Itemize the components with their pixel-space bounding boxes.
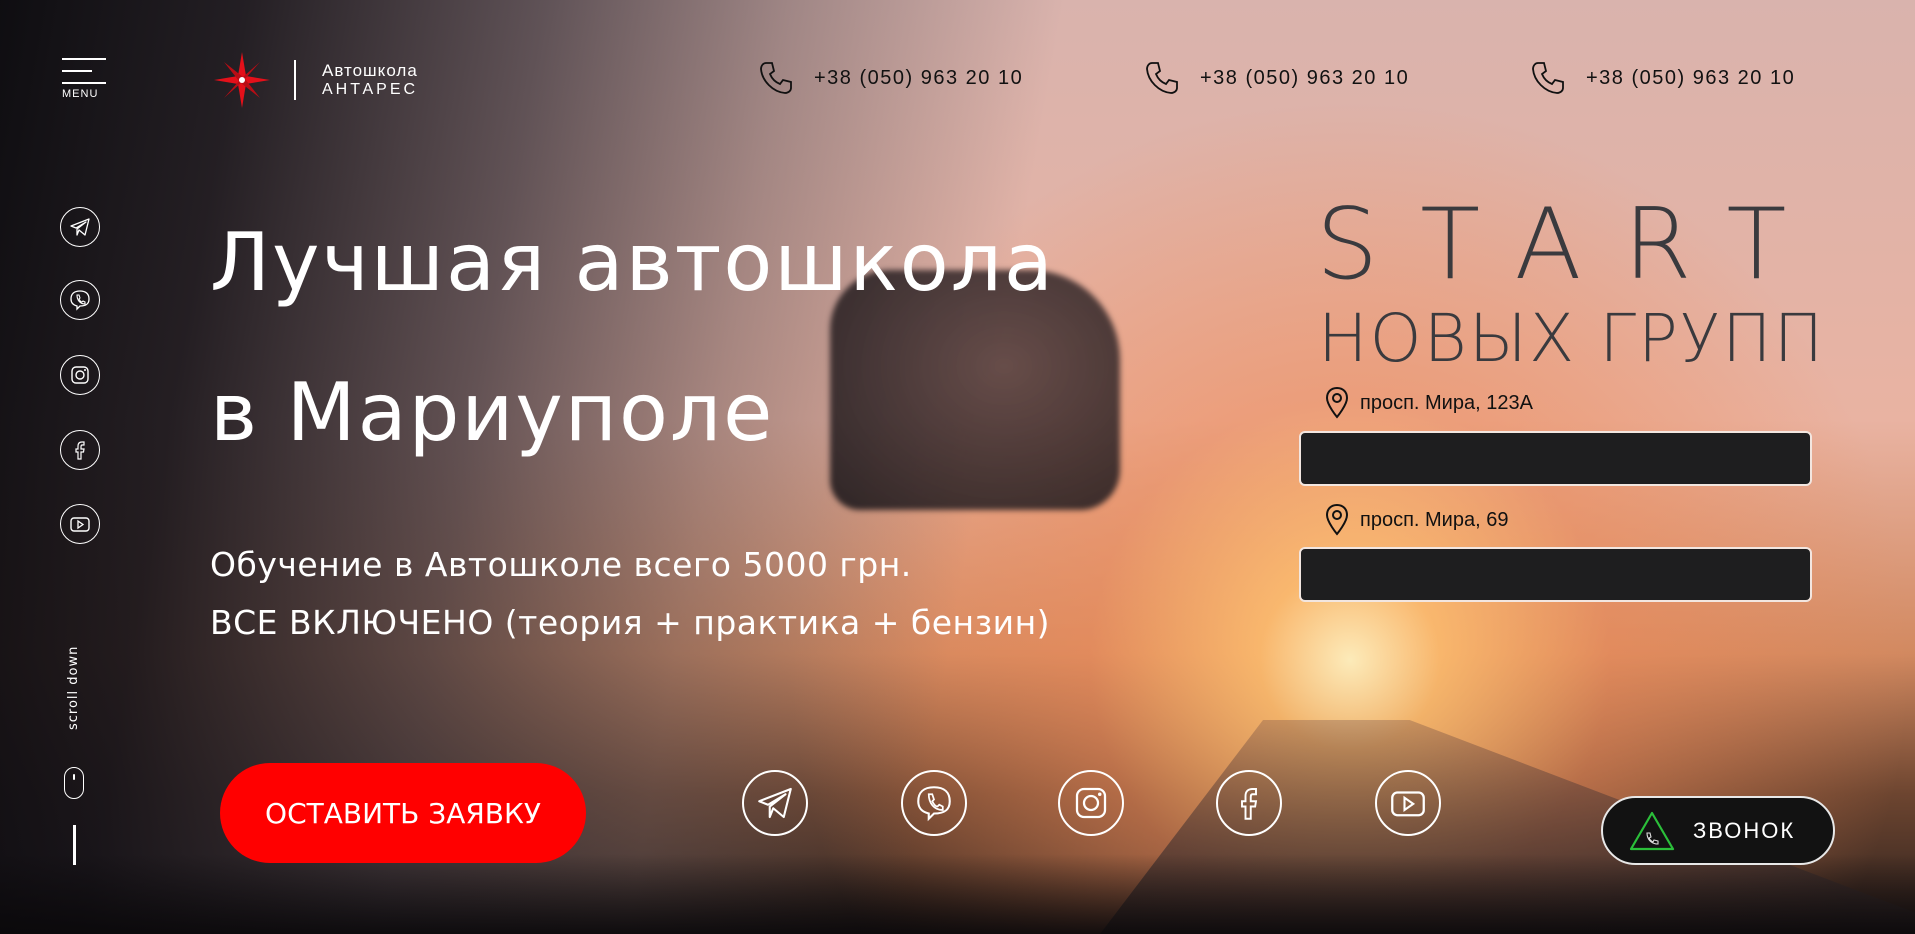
logo-line2: АНТАРЕС	[322, 81, 419, 98]
bottom-viber-link[interactable]	[901, 770, 967, 836]
address-label-1: просп. Мира, 123А	[1322, 386, 1533, 420]
sidebar-instagram-link[interactable]	[60, 355, 100, 395]
hero-subtitle-line2: ВСЕ ВКЛЮЧЕНО (теория + практика + бензин…	[210, 603, 1051, 642]
leave-request-button[interactable]: ОСТАВИТЬ ЗАЯВКУ	[220, 763, 586, 863]
bottom-instagram-link[interactable]	[1058, 770, 1124, 836]
compass-star-icon	[214, 52, 270, 108]
phone-number: +38 (050) 963 20 10	[814, 66, 1024, 89]
viber-icon	[70, 290, 90, 311]
menu-bar	[62, 70, 92, 72]
address-group-button-2[interactable]	[1299, 547, 1812, 602]
address-text: просп. Мира, 123А	[1360, 391, 1533, 414]
hero-title-line1: Лучшая автошкола	[210, 216, 1055, 309]
phone-icon	[1532, 62, 1564, 94]
telegram-icon	[758, 787, 792, 819]
instagram-icon	[1075, 787, 1107, 819]
address-label-2: просп. Мира, 69	[1322, 503, 1508, 537]
phone-number: +38 (050) 963 20 10	[1200, 66, 1410, 89]
location-pin-icon	[1325, 386, 1349, 419]
mouse-icon[interactable]	[64, 767, 84, 799]
logo-line1: Автошкола	[322, 61, 418, 80]
menu-bar	[62, 58, 106, 60]
hero-subtitle: Обучение в Автошколе всего 5000 грн. ВСЕ…	[210, 536, 1050, 652]
bottom-youtube-link[interactable]	[1375, 770, 1441, 836]
phone-link-2[interactable]: +38 (050) 963 20 10	[1144, 60, 1409, 96]
instagram-icon	[71, 366, 89, 384]
new-groups-title: НОВЫХ ГРУПП	[1318, 300, 1826, 377]
call-button-label: ЗВОНОК	[1693, 817, 1796, 843]
phone-icon	[1146, 62, 1178, 94]
background-fade	[0, 854, 1915, 934]
hero-title-line2: в Мариуполе	[210, 366, 775, 459]
sidebar-viber-link[interactable]	[60, 280, 100, 320]
call-button[interactable]: ЗВОНОК	[1601, 796, 1835, 865]
triangle-phone-icon	[1629, 811, 1675, 850]
hero-title: Лучшая автошкола в Мариуполе	[210, 188, 1055, 488]
logo-divider	[294, 60, 296, 100]
address-text: просп. Мира, 69	[1360, 508, 1509, 531]
location-pin-icon	[1325, 503, 1349, 536]
facebook-icon	[75, 441, 85, 460]
menu-button[interactable]: MENU	[62, 58, 110, 100]
menu-bar	[62, 82, 106, 84]
start-title: START	[1316, 188, 1829, 302]
phone-icon	[760, 62, 792, 94]
facebook-icon	[1241, 788, 1258, 820]
menu-label: MENU	[62, 88, 99, 100]
scroll-line	[73, 825, 76, 865]
bottom-facebook-link[interactable]	[1216, 770, 1282, 836]
bottom-telegram-link[interactable]	[742, 770, 808, 836]
youtube-icon	[70, 517, 90, 532]
youtube-icon	[1391, 791, 1425, 817]
sidebar-telegram-link[interactable]	[60, 207, 100, 247]
hero-subtitle-line1: Обучение в Автошколе всего 5000 грн.	[210, 545, 912, 584]
logo[interactable]: Автошкола АНТАРЕС	[212, 50, 418, 110]
address-group-button-1[interactable]	[1299, 431, 1812, 486]
telegram-icon	[70, 218, 90, 236]
scroll-down-label: scroll down	[66, 645, 81, 730]
viber-icon	[917, 786, 951, 822]
phone-number: +38 (050) 963 20 10	[1586, 66, 1796, 89]
phone-link-3[interactable]: +38 (050) 963 20 10	[1530, 60, 1795, 96]
sidebar-facebook-link[interactable]	[60, 430, 100, 470]
phone-link-1[interactable]: +38 (050) 963 20 10	[758, 60, 1023, 96]
logo-text: Автошкола АНТАРЕС	[322, 61, 418, 99]
sidebar-youtube-link[interactable]	[60, 504, 100, 544]
